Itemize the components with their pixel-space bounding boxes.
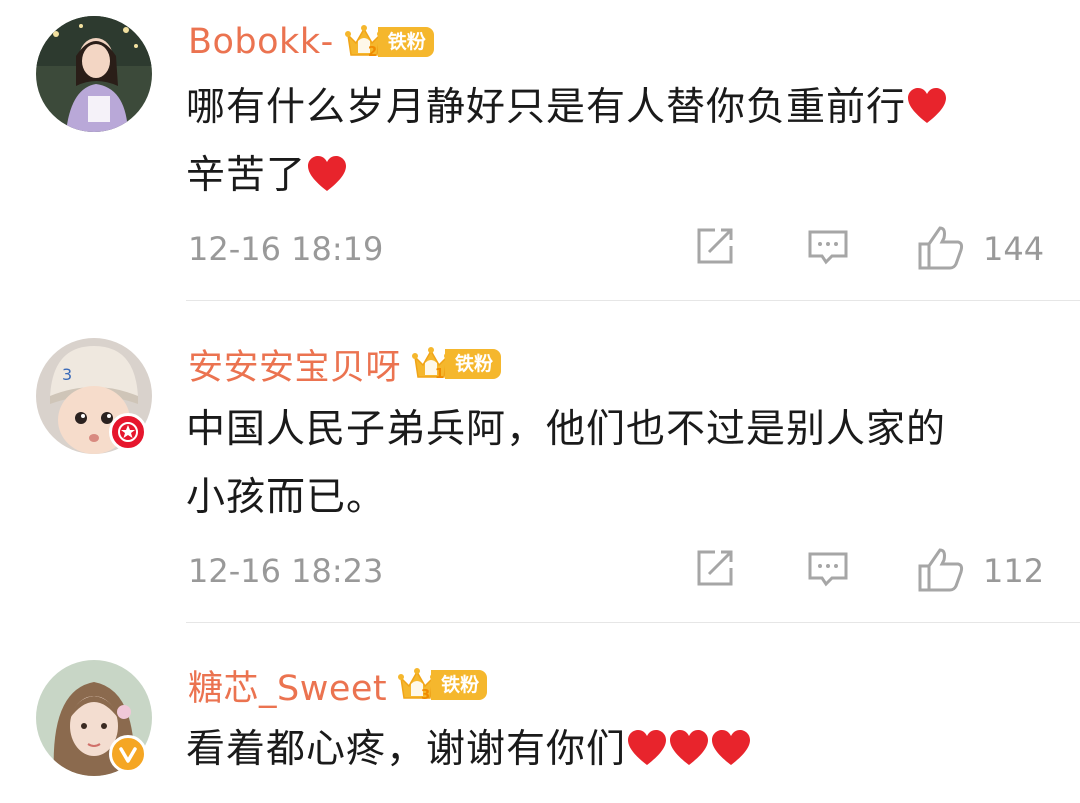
heart-emoji <box>628 730 667 765</box>
comment-line: 中国人民子弟兵阿，他们也不过是别人家的 <box>186 407 947 452</box>
comment-icon[interactable] <box>806 546 850 590</box>
comment-icon[interactable] <box>806 224 850 268</box>
svg-text:3: 3 <box>62 365 72 384</box>
comment-line: 小孩而已。 <box>186 475 387 520</box>
heart-emoji <box>908 88 947 123</box>
comment-line: 看着都心疼，谢谢有你们 <box>186 727 627 772</box>
comment-meta: 12-16 18:19 144 <box>188 224 1048 280</box>
fan-badge-label: 铁粉 <box>445 349 502 379</box>
username[interactable]: Bobokk- <box>188 22 334 62</box>
username-row: 安安安宝贝呀 1 铁粉 <box>188 339 502 390</box>
timestamp: 12-16 18:19 <box>188 230 384 268</box>
repost-icon[interactable] <box>693 224 737 268</box>
comment-text: 看着都心疼，谢谢有你们 <box>186 716 1056 784</box>
fan-level: 3 <box>421 688 430 703</box>
repost-icon[interactable] <box>693 546 737 590</box>
avatar[interactable] <box>36 16 152 132</box>
fan-level: 2 <box>368 45 377 60</box>
star-icon <box>118 422 138 442</box>
like-icon[interactable] <box>916 224 966 272</box>
comment-meta: 12-16 18:23 112 <box>188 546 1048 602</box>
fan-level: 1 <box>435 367 444 382</box>
username[interactable]: 安安安宝贝呀 <box>188 339 401 390</box>
verified-badge <box>109 413 147 451</box>
fan-badge[interactable]: 3 铁粉 <box>397 666 488 704</box>
comment-text: 中国人民子弟兵阿，他们也不过是别人家的 小孩而已。 <box>186 396 1056 532</box>
fan-badge-label: 铁粉 <box>377 27 434 57</box>
divider <box>186 622 1080 623</box>
comment-line: 辛苦了 <box>186 153 307 198</box>
divider <box>186 300 1080 301</box>
username-row: 糖芯_Sweet 3 铁粉 <box>188 660 488 711</box>
v-icon <box>119 747 137 763</box>
fan-badge[interactable]: 1 铁粉 <box>411 345 502 383</box>
fan-badge-label: 铁粉 <box>431 670 488 700</box>
like-count: 144 <box>983 230 1045 268</box>
heart-emoji <box>712 730 751 765</box>
comment-text: 哪有什么岁月静好只是有人替你负重前行 辛苦了 <box>186 74 1056 210</box>
fan-badge[interactable]: 2 铁粉 <box>344 23 434 61</box>
verified-badge <box>109 735 147 773</box>
username-row: Bobokk- 2 铁粉 <box>188 17 434 67</box>
heart-emoji <box>308 156 347 191</box>
like-icon[interactable] <box>916 546 966 594</box>
username[interactable]: 糖芯_Sweet <box>188 660 387 711</box>
timestamp: 12-16 18:23 <box>188 552 384 590</box>
comment-line: 哪有什么岁月静好只是有人替你负重前行 <box>186 85 907 130</box>
like-count: 112 <box>983 552 1045 590</box>
heart-emoji <box>670 730 709 765</box>
